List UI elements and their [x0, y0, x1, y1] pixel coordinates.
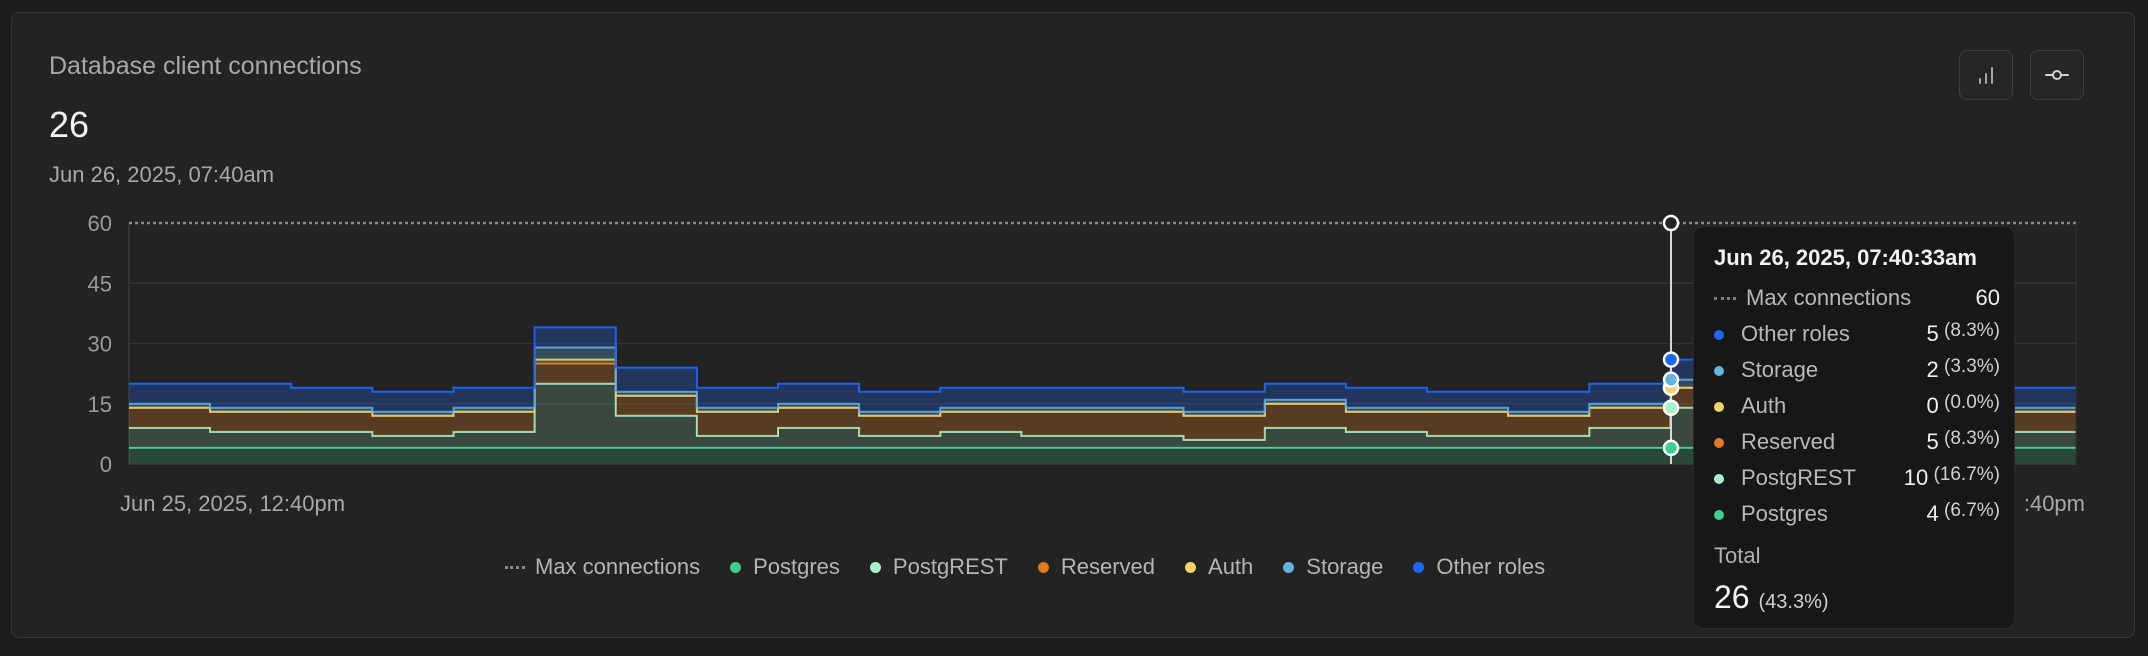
- dot-icon: [1714, 402, 1724, 412]
- tooltip-row-value: 5: [1926, 321, 1939, 346]
- legend-dot-icon: [1413, 561, 1425, 573]
- x-start-label: Jun 25, 2025, 12:40pm: [120, 491, 345, 516]
- tooltip-row-value: 2: [1926, 357, 1939, 382]
- tooltip-title: Jun 26, 2025, 07:40:33am: [1714, 245, 1977, 270]
- hover-point-postgres: [1662, 439, 1680, 457]
- hover-point-postgrest: [1662, 399, 1680, 417]
- legend-label: PostgREST: [892, 554, 1008, 579]
- y-tick-label: 0: [100, 452, 112, 477]
- tooltip-row-value: 5: [1926, 429, 1939, 454]
- x-end-label: :40pm: [2024, 491, 2085, 516]
- tooltip-row-storage: Storage 2 (3.3%): [1714, 356, 2000, 385]
- tooltip-row-pct: (8.3%): [1938, 320, 2000, 341]
- y-tick-label: 45: [88, 271, 112, 296]
- y-tick-label: 30: [88, 332, 112, 357]
- y-tick-label: 60: [88, 211, 112, 236]
- tooltip-row-value: 10: [1903, 465, 1929, 490]
- dot-icon: [1714, 366, 1724, 376]
- tooltip-row-postgrest: PostgREST 10 (16.7%): [1714, 464, 2000, 493]
- legend-dot-icon: [1283, 561, 1295, 573]
- tooltip-row-other-roles: Other roles 5 (8.3%): [1714, 320, 2000, 349]
- tooltip-row-pct: (16.7%): [1928, 464, 2000, 485]
- legend-dot-icon: [869, 561, 881, 573]
- tooltip-row-pct: (6.7%): [1938, 500, 2000, 521]
- dash-icon: [1714, 297, 1736, 300]
- legend-item-auth[interactable]: Auth: [1185, 554, 1253, 580]
- tooltip-total: 26 (43.3%): [1714, 579, 1829, 616]
- tooltip-row-label: Storage: [1741, 357, 1819, 382]
- legend-item-reserved[interactable]: Reserved: [1037, 554, 1156, 580]
- legend-label: Other roles: [1436, 554, 1546, 579]
- tooltip-row-value: 0: [1926, 393, 1939, 418]
- legend-item-other-roles[interactable]: Other roles: [1413, 554, 1545, 580]
- legend-dot-icon: [1185, 561, 1197, 573]
- tooltip-row-label: PostgREST: [1741, 465, 1856, 490]
- legend-dot-icon: [730, 561, 742, 573]
- tooltip-row-value: 4: [1926, 501, 1939, 526]
- tooltip-row-label: Other roles: [1741, 321, 1850, 346]
- dot-icon: [1714, 474, 1724, 484]
- legend-item-storage[interactable]: Storage: [1283, 554, 1383, 580]
- tooltip-row-max-connections: Max connections 60: [1714, 285, 2000, 313]
- legend-label: Postgres: [753, 554, 840, 579]
- tooltip-row-label: Auth: [1741, 393, 1787, 418]
- tooltip-row-label: Max connections: [1746, 285, 1912, 310]
- chart-tooltip: Jun 26, 2025, 07:40:33am Max connections…: [1693, 226, 2015, 629]
- dot-icon: [1714, 510, 1724, 520]
- legend-dot-icon: [1037, 561, 1049, 573]
- tooltip-row-pct: (3.3%): [1938, 356, 2000, 377]
- tooltip-row-reserved: Reserved 5 (8.3%): [1714, 428, 2000, 457]
- tooltip-row-pct: (0.0%): [1938, 392, 2000, 413]
- tooltip-row-label: Reserved: [1741, 429, 1836, 454]
- hover-point-other-roles: [1662, 351, 1680, 368]
- tooltip-row-auth: Auth 0 (0.0%): [1714, 392, 2000, 421]
- legend-dash-icon: [505, 565, 525, 569]
- tooltip-row-pct: (8.3%): [1938, 428, 2000, 449]
- hover-point-storage: [1662, 371, 1680, 388]
- legend-label: Storage: [1306, 554, 1384, 579]
- dot-icon: [1714, 438, 1724, 448]
- tooltip-total-label: Total: [1714, 543, 1761, 568]
- legend-label: Auth: [1208, 554, 1254, 579]
- tooltip-row-label: Postgres: [1741, 501, 1828, 526]
- legend-item-postgres[interactable]: Postgres: [730, 554, 840, 580]
- legend-label: Max connections: [535, 554, 701, 579]
- y-tick-label: 15: [88, 392, 112, 417]
- hover-point-max-connections: [1662, 214, 1680, 232]
- legend-label: Reserved: [1060, 554, 1156, 579]
- tooltip-row-postgres: Postgres 4 (6.7%): [1714, 500, 2000, 529]
- legend-item-postgrest[interactable]: PostgREST: [869, 554, 1008, 580]
- dot-icon: [1714, 330, 1724, 340]
- legend-item-max-connections[interactable]: Max connections: [505, 554, 700, 580]
- tooltip-row-value: 60: [1975, 285, 2000, 310]
- tooltip-total-value: 26: [1714, 579, 1750, 615]
- tooltip-total-pct: (43.3%): [1758, 591, 1829, 613]
- chart-legend: Max connections Postgres PostgREST Reserved…: [505, 552, 1575, 582]
